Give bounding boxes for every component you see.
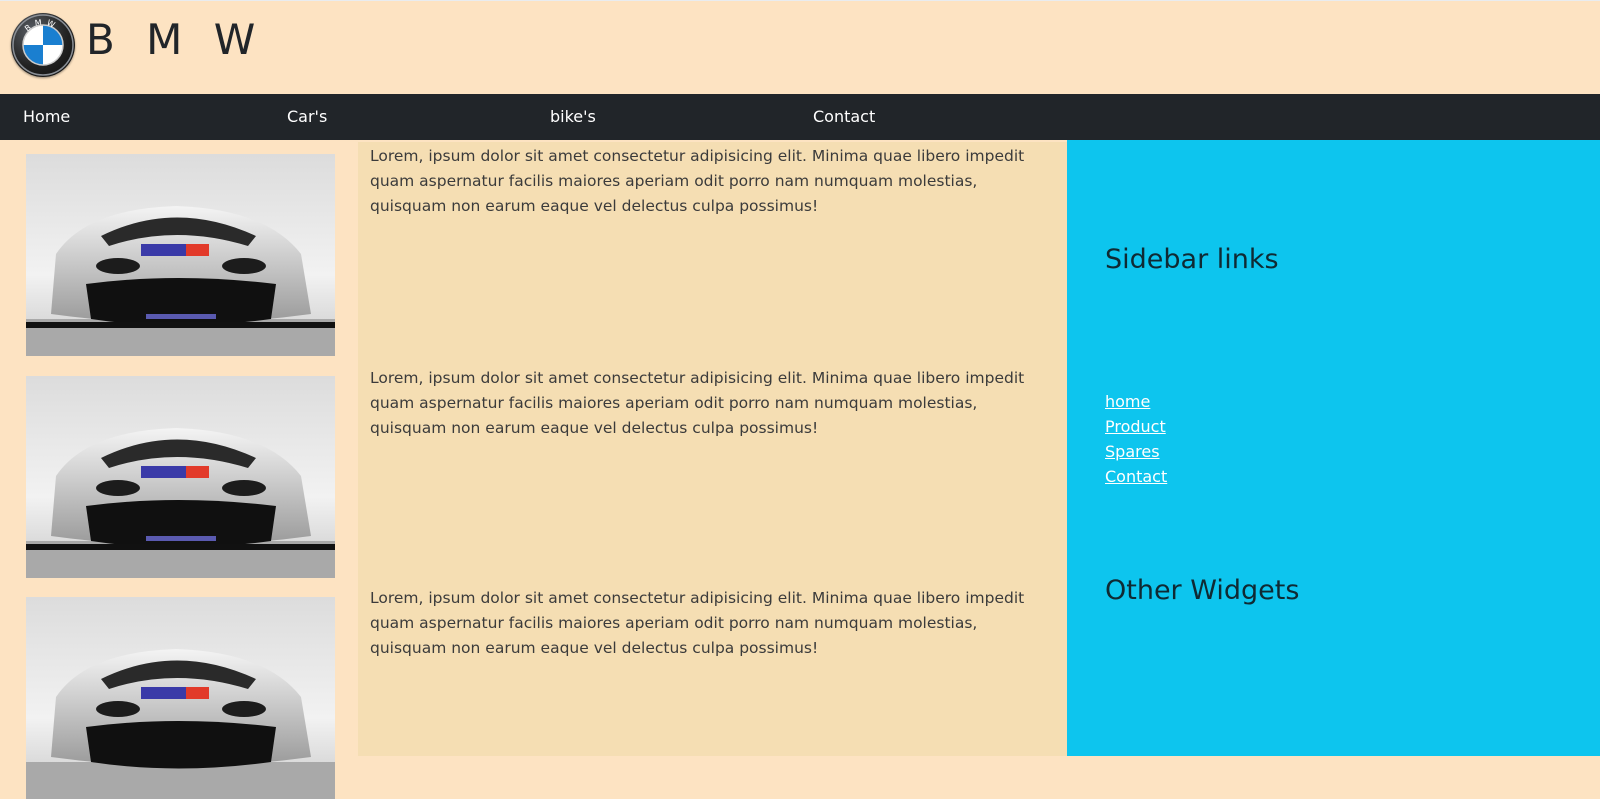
sidebar-link-home[interactable]: home <box>1105 392 1150 411</box>
nav-contact-link[interactable]: Contact <box>813 94 875 140</box>
main-navbar: Home Car's bike's Contact <box>0 94 1600 140</box>
sidebar-link-product[interactable]: Product <box>1105 417 1166 436</box>
list-item: home <box>1105 389 1167 414</box>
bmw-logo-icon[interactable]: BMW <box>11 13 75 77</box>
list-item: Spares <box>1105 439 1167 464</box>
sidebar-link-spares[interactable]: Spares <box>1105 442 1160 461</box>
car-image <box>26 597 335 799</box>
nav-home-link[interactable]: Home <box>23 94 70 140</box>
car-illustration-icon <box>26 154 335 356</box>
post-text: Lorem, ipsum dolor sit amet consectetur … <box>370 147 1025 215</box>
brand-title: B M W <box>86 15 265 64</box>
main-content: Lorem, ipsum dolor sit amet consectetur … <box>0 140 1067 799</box>
other-widgets-heading: Other Widgets <box>1105 575 1300 606</box>
car-image <box>26 376 335 578</box>
car-illustration-icon <box>26 597 335 799</box>
list-item: Product <box>1105 414 1167 439</box>
sidebar-link-contact[interactable]: Contact <box>1105 467 1167 486</box>
content-column <box>358 142 1067 756</box>
site-header: BMW B M W <box>0 0 1600 94</box>
post-text: Lorem, ipsum dolor sit amet consectetur … <box>370 589 1025 657</box>
car-image <box>26 154 335 356</box>
sidebar-links-list: home Product Spares Contact <box>1105 389 1167 489</box>
sidebar: Sidebar links home Product Spares Contac… <box>1067 140 1600 756</box>
nav-bikes-link[interactable]: bike's <box>550 94 596 140</box>
sidebar-links-heading: Sidebar links <box>1105 244 1279 275</box>
post-text: Lorem, ipsum dolor sit amet consectetur … <box>370 369 1025 437</box>
nav-cars-link[interactable]: Car's <box>287 94 327 140</box>
car-illustration-icon <box>26 376 335 578</box>
list-item: Contact <box>1105 464 1167 489</box>
